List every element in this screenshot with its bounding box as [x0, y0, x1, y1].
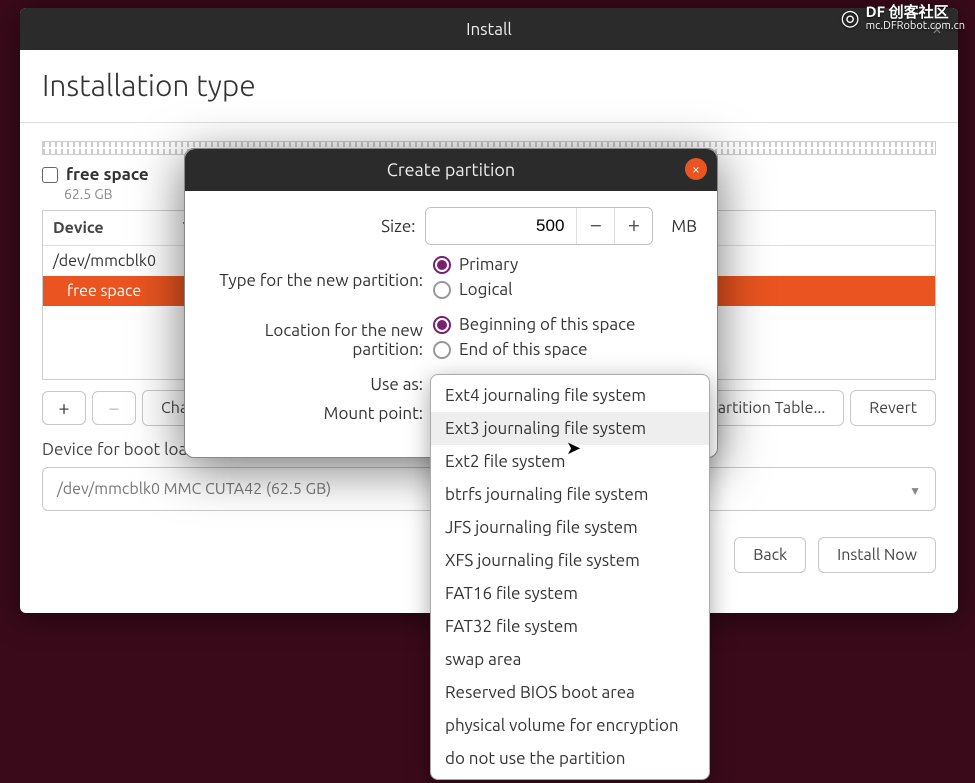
radio-label: Beginning of this space [459, 315, 635, 334]
radio-label: End of this space [459, 340, 588, 359]
robot-icon: ◎ [840, 5, 859, 31]
use-as-label: Use as: [205, 375, 433, 394]
window-titlebar[interactable]: Install × [20, 8, 958, 50]
watermark: ◎ DF 创客社区 mc.DFRobot.com.cn [840, 4, 965, 32]
type-label: Type for the new partition: [205, 271, 433, 290]
size-label: Size: [205, 217, 425, 236]
radio-logical[interactable]: Logical [433, 280, 518, 299]
back-button[interactable]: Back [734, 537, 806, 573]
radio-icon [433, 256, 451, 274]
close-icon[interactable]: × [685, 158, 707, 180]
dropdown-item[interactable]: Ext4 journaling file system [431, 379, 709, 412]
dropdown-item[interactable]: do not use the partition [431, 742, 709, 775]
dropdown-item[interactable]: physical volume for encryption [431, 709, 709, 742]
radio-end[interactable]: End of this space [433, 340, 635, 359]
dropdown-item[interactable]: btrfs journaling file system [431, 478, 709, 511]
revert-button[interactable]: Revert [850, 390, 936, 426]
dropdown-item[interactable]: JFS journaling file system [431, 511, 709, 544]
chevron-down-icon: ▼ [909, 484, 921, 498]
use-as-dropdown[interactable]: Ext4 journaling file systemExt3 journali… [430, 374, 710, 780]
add-button[interactable]: + [42, 391, 86, 425]
checkbox-icon[interactable] [42, 167, 58, 183]
cursor-icon: ➤ [566, 438, 581, 459]
size-unit: MB [671, 217, 697, 236]
radio-icon [433, 281, 451, 299]
dropdown-item[interactable]: FAT32 file system [431, 610, 709, 643]
dropdown-item[interactable]: swap area [431, 643, 709, 676]
dialog-title: Create partition [387, 160, 515, 180]
remove-button[interactable]: − [92, 391, 136, 425]
dialog-titlebar[interactable]: Create partition × [185, 149, 717, 191]
dropdown-item[interactable]: FAT16 file system [431, 577, 709, 610]
watermark-main: DF 创客社区 [866, 3, 949, 20]
boot-loader-value: /dev/mmcblk0 MMC CUTA42 (62.5 GB) [57, 480, 331, 498]
device-cell: /dev/mmcblk0 [53, 252, 183, 270]
radio-icon [433, 316, 451, 334]
decrement-button[interactable]: − [576, 207, 614, 245]
dropdown-item[interactable]: Reserved BIOS boot area [431, 676, 709, 709]
radio-begin[interactable]: Beginning of this space [433, 315, 635, 334]
location-label: Location for the new partition: [205, 321, 433, 359]
divider [20, 122, 958, 123]
mount-point-label: Mount point: [205, 404, 433, 423]
increment-button[interactable]: + [614, 207, 652, 245]
size-stepper[interactable]: − + [425, 207, 653, 245]
radio-primary[interactable]: Primary [433, 255, 518, 274]
watermark-sub: mc.DFRobot.com.cn [866, 20, 965, 32]
page-title: Installation type [42, 68, 936, 102]
dropdown-item[interactable]: XFS journaling file system [431, 544, 709, 577]
col-device: Device [53, 219, 183, 237]
radio-icon [433, 341, 451, 359]
size-input[interactable] [426, 208, 576, 244]
install-now-button[interactable]: Install Now [818, 537, 936, 573]
window-title: Install [466, 20, 512, 39]
free-space-label: free space [66, 165, 149, 184]
radio-label: Logical [459, 280, 513, 299]
device-cell: free space [53, 282, 183, 300]
radio-label: Primary [459, 255, 518, 274]
